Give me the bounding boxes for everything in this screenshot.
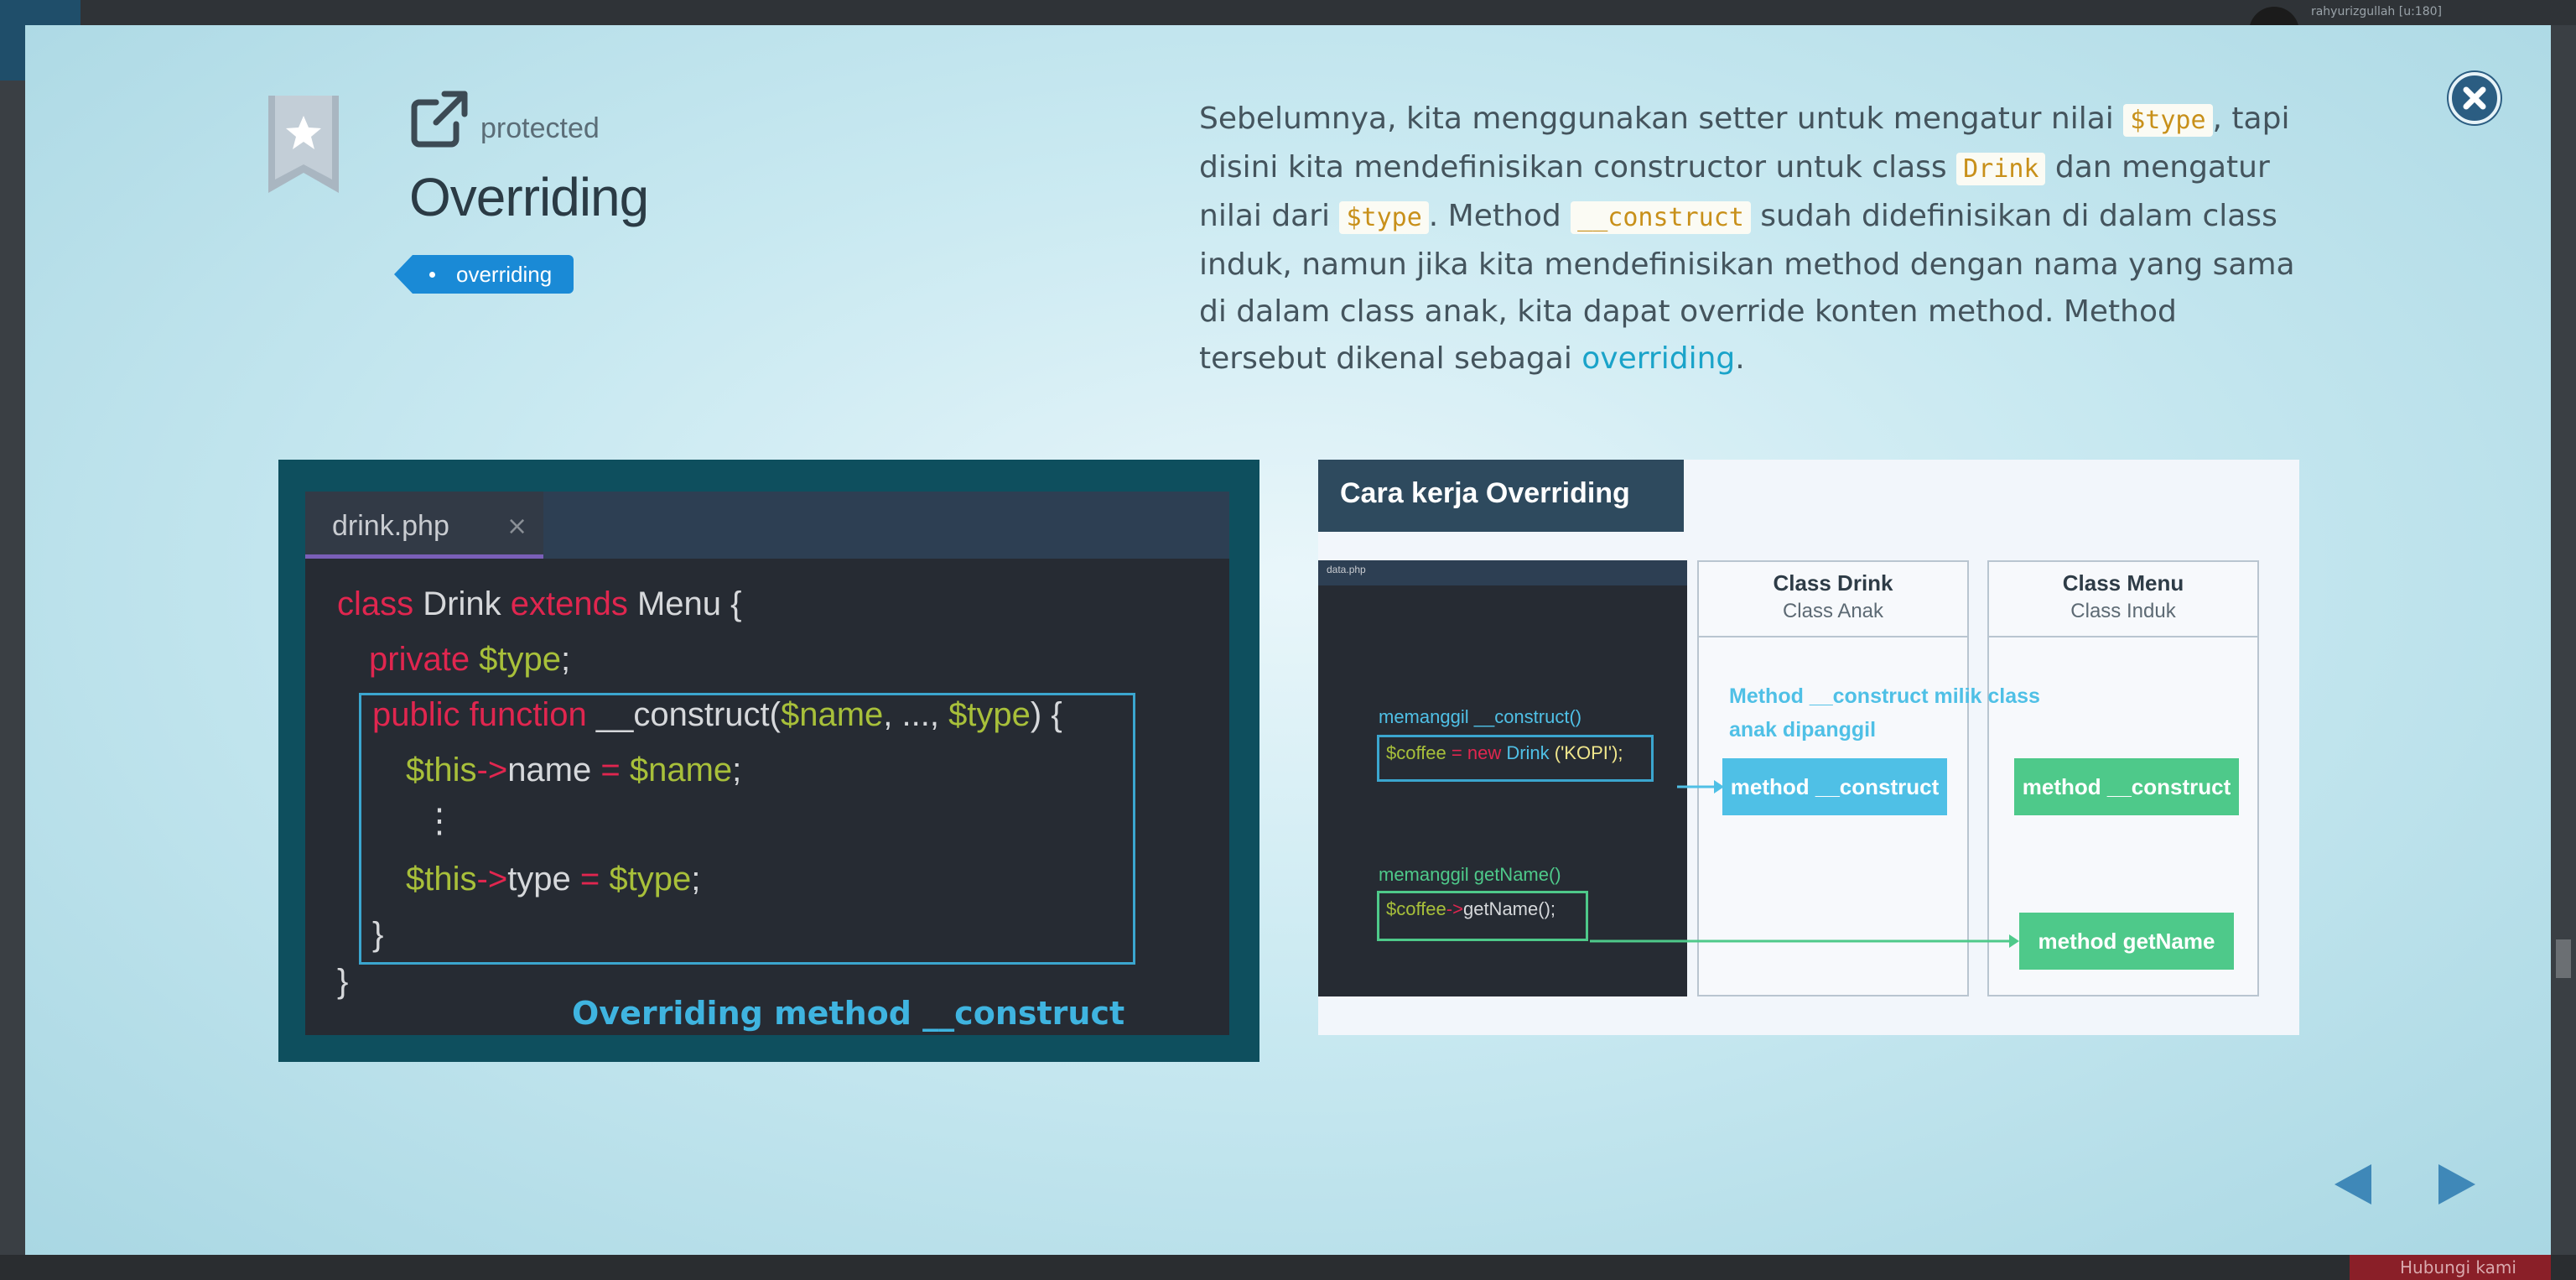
background-bottombar bbox=[0, 1255, 2576, 1280]
visibility-label: protected bbox=[480, 112, 600, 144]
code-text: Drink bbox=[413, 585, 511, 622]
tag-badge[interactable]: overriding bbox=[393, 255, 574, 294]
code-variable: $type bbox=[470, 641, 562, 678]
code-line: private $type; bbox=[369, 641, 570, 679]
inline-code: $type bbox=[1339, 201, 1429, 234]
external-link-icon[interactable] bbox=[411, 91, 468, 148]
close-button[interactable] bbox=[2449, 72, 2501, 124]
close-icon bbox=[2463, 86, 2486, 110]
code-text: ; bbox=[561, 641, 571, 678]
description-part: Sebelumnya, kita menggunakan setter untu… bbox=[1199, 101, 2124, 136]
inline-code: Drink bbox=[1956, 153, 2046, 185]
code-figure: drink.php × class Drink extends Menu { p… bbox=[278, 460, 1259, 1062]
arrow-head-getname bbox=[2009, 934, 2019, 948]
editor-tab-name: drink.php bbox=[332, 510, 449, 542]
description-part: . bbox=[1735, 341, 1745, 376]
previous-arrow-icon[interactable] bbox=[2329, 1161, 2380, 1208]
inline-code: __construct bbox=[1571, 201, 1751, 234]
page-title: Overriding bbox=[409, 167, 649, 227]
slide-modal: protected Overriding overriding Sebelumn… bbox=[25, 25, 2551, 1255]
contact-button[interactable]: Hubungi kami bbox=[2350, 1255, 2551, 1280]
override-highlight-box bbox=[359, 693, 1135, 965]
inline-code: $type bbox=[2123, 104, 2213, 137]
diagram-arrows bbox=[1590, 780, 2019, 948]
next-arrow-icon[interactable] bbox=[2430, 1161, 2480, 1208]
editor-tab: drink.php × bbox=[305, 492, 543, 559]
bookmark-icon[interactable] bbox=[268, 96, 339, 193]
page-scrollbar[interactable] bbox=[2556, 939, 2571, 978]
code-keyword: extends bbox=[510, 585, 628, 622]
background-topbar bbox=[0, 0, 2576, 25]
user-name[interactable]: rahyurizgullah [u:180] bbox=[2311, 5, 2442, 18]
arrow-head-construct bbox=[1714, 780, 1724, 793]
code-line: class Drink extends Menu { bbox=[337, 585, 741, 623]
diagram-figure: Cara kerja Overriding data.php memanggil… bbox=[1318, 460, 2299, 1035]
description-text: Sebelumnya, kita menggunakan setter untu… bbox=[1199, 96, 2298, 382]
code-editor: drink.php × class Drink extends Menu { p… bbox=[305, 492, 1229, 1035]
code-keyword: private bbox=[369, 641, 470, 678]
code-text: Menu { bbox=[627, 585, 742, 622]
code-line: } bbox=[337, 963, 349, 1000]
description-part: . Method bbox=[1428, 199, 1571, 233]
code-caption: Overriding method __construct bbox=[572, 995, 1125, 1032]
overriding-link[interactable]: overriding bbox=[1581, 341, 1735, 376]
close-icon: × bbox=[506, 512, 528, 541]
code-keyword: class bbox=[337, 585, 414, 622]
